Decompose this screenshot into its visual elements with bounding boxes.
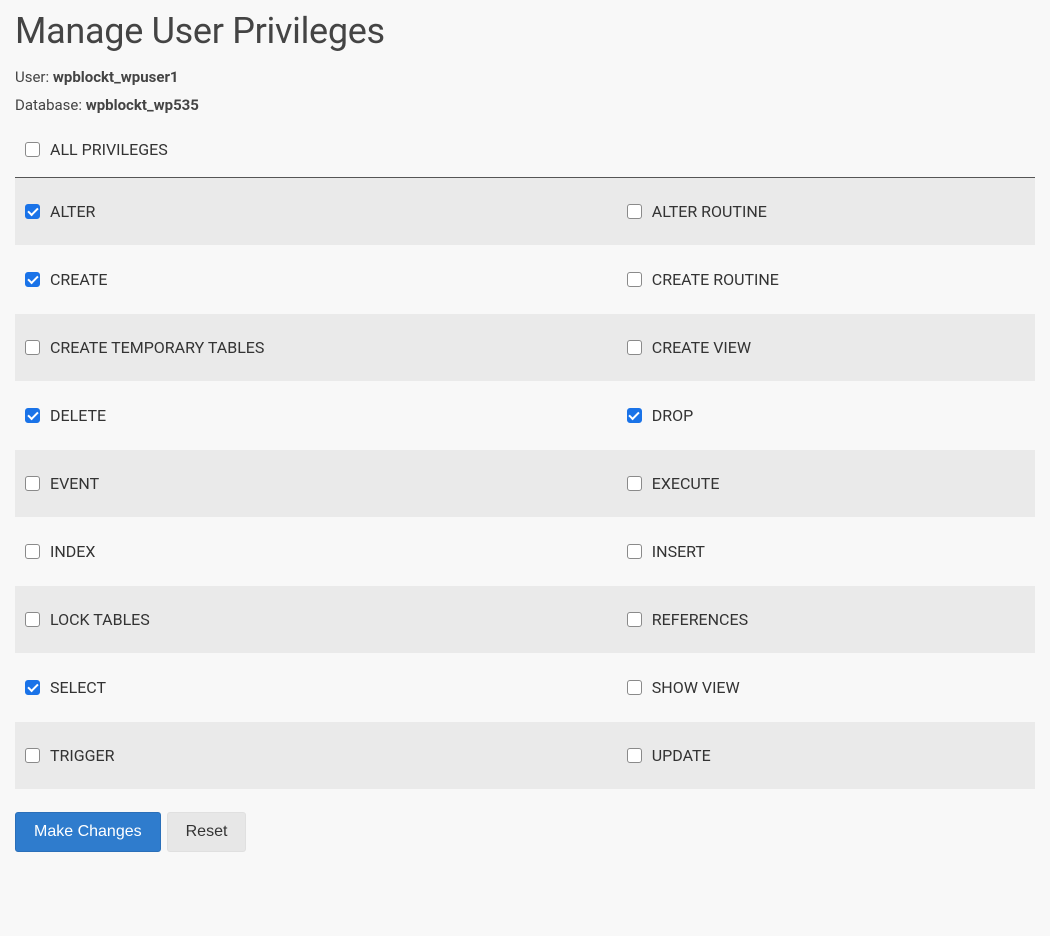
privilege-label[interactable]: INDEX [50, 542, 95, 561]
privilege-row: DELETE DROP [15, 382, 1035, 450]
privilege-checkbox[interactable] [627, 340, 642, 355]
database-meta: Database: wpblockt_wp535 [15, 96, 1035, 114]
privilege-checkbox[interactable] [627, 408, 642, 423]
privilege-label[interactable]: TRIGGER [50, 746, 115, 765]
privilege-cell: DELETE [15, 382, 617, 449]
privilege-checkbox[interactable] [627, 544, 642, 559]
privilege-checkbox[interactable] [25, 272, 40, 287]
privilege-checkbox[interactable] [627, 476, 642, 491]
privilege-cell: EXECUTE [617, 450, 1035, 517]
privileges-section: ALL PRIVILEGES ALTERALTER ROUTINECREATEC… [15, 140, 1035, 790]
database-label: Database: [15, 96, 82, 114]
privilege-label[interactable]: CREATE VIEW [652, 338, 751, 357]
privilege-checkbox[interactable] [25, 340, 40, 355]
privilege-cell: CREATE TEMPORARY TABLES [15, 314, 617, 381]
privilege-cell: LOCK TABLES [15, 586, 617, 653]
privilege-cell: SELECT [15, 654, 617, 721]
privilege-label[interactable]: SHOW VIEW [652, 678, 740, 697]
privilege-checkbox[interactable] [627, 680, 642, 695]
privilege-label[interactable]: DROP [652, 406, 693, 425]
user-value: wpblockt_wpuser1 [53, 68, 179, 86]
privilege-checkbox[interactable] [25, 748, 40, 763]
privilege-cell: INSERT [617, 518, 1035, 585]
privilege-row: LOCK TABLES REFERENCES [15, 586, 1035, 654]
page-title: Manage User Privileges [15, 10, 1035, 52]
privilege-checkbox[interactable] [627, 204, 642, 219]
privilege-label[interactable]: ALTER ROUTINE [652, 202, 767, 221]
button-row: Make Changes Reset [15, 812, 1035, 852]
privilege-label[interactable]: INSERT [652, 542, 705, 561]
user-label: User: [15, 68, 49, 86]
privilege-row: ALTER ALTER ROUTINE [15, 178, 1035, 246]
privilege-label[interactable]: ALTER [50, 202, 95, 221]
privilege-row: CREATE TEMPORARY TABLES CREATE VIEW [15, 314, 1035, 382]
privilege-cell: UPDATE [617, 722, 1035, 789]
privilege-checkbox[interactable] [25, 204, 40, 219]
privilege-cell: ALTER ROUTINE [617, 178, 1035, 245]
privilege-cell: CREATE ROUTINE [617, 246, 1035, 313]
privilege-label[interactable]: EVENT [50, 474, 99, 493]
privilege-cell: SHOW VIEW [617, 654, 1035, 721]
all-privileges-row: ALL PRIVILEGES [15, 140, 1035, 178]
privilege-label[interactable]: CREATE ROUTINE [652, 270, 779, 289]
privilege-checkbox[interactable] [627, 612, 642, 627]
privilege-row: SELECT SHOW VIEW [15, 654, 1035, 722]
privilege-checkbox[interactable] [627, 272, 642, 287]
privilege-label[interactable]: EXECUTE [652, 474, 720, 493]
privilege-label[interactable]: LOCK TABLES [50, 610, 150, 629]
privilege-label[interactable]: UPDATE [652, 746, 711, 765]
privilege-cell: REFERENCES [617, 586, 1035, 653]
reset-button[interactable]: Reset [167, 812, 247, 852]
privilege-cell: CREATE VIEW [617, 314, 1035, 381]
database-value: wpblockt_wp535 [86, 96, 199, 114]
privilege-cell: ALTER [15, 178, 617, 245]
privilege-checkbox[interactable] [25, 476, 40, 491]
make-changes-button[interactable]: Make Changes [15, 812, 161, 852]
privilege-row: CREATE CREATE ROUTINE [15, 246, 1035, 314]
privilege-checkbox[interactable] [627, 748, 642, 763]
user-meta: User: wpblockt_wpuser1 [15, 68, 1035, 86]
privilege-checkbox[interactable] [25, 612, 40, 627]
privilege-label[interactable]: REFERENCES [652, 610, 748, 629]
privilege-cell: TRIGGER [15, 722, 617, 789]
privilege-row: EVENT EXECUTE [15, 450, 1035, 518]
privilege-cell: EVENT [15, 450, 617, 517]
privilege-checkbox[interactable] [25, 680, 40, 695]
privilege-label[interactable]: DELETE [50, 406, 106, 425]
privilege-row: TRIGGER UPDATE [15, 722, 1035, 790]
privilege-checkbox[interactable] [25, 408, 40, 423]
privilege-checkbox[interactable] [25, 544, 40, 559]
privilege-row: INDEX INSERT [15, 518, 1035, 586]
all-privileges-label[interactable]: ALL PRIVILEGES [50, 140, 168, 159]
privilege-cell: INDEX [15, 518, 617, 585]
all-privileges-checkbox[interactable] [25, 142, 40, 157]
privilege-label[interactable]: SELECT [50, 678, 106, 697]
privilege-cell: DROP [617, 382, 1035, 449]
privilege-cell: CREATE [15, 246, 617, 313]
privilege-rows: ALTERALTER ROUTINECREATECREATE ROUTINECR… [15, 178, 1035, 790]
privilege-label[interactable]: CREATE TEMPORARY TABLES [50, 338, 264, 357]
privilege-label[interactable]: CREATE [50, 270, 107, 289]
